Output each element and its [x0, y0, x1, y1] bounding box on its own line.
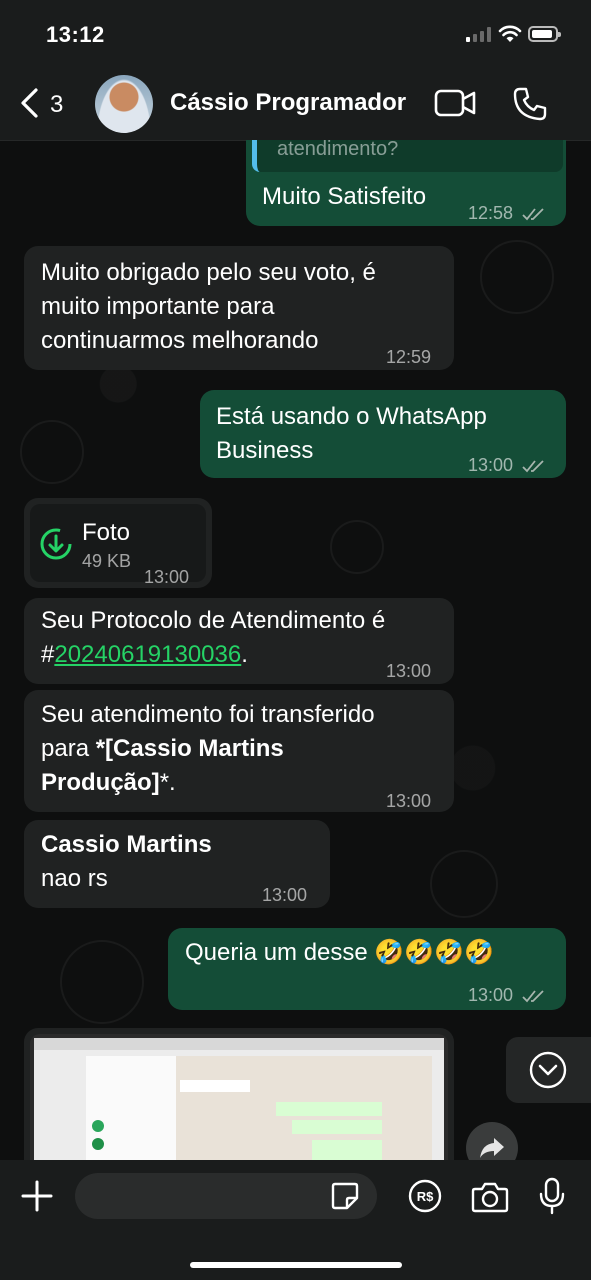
svg-text:R$: R$: [417, 1189, 434, 1204]
contact-avatar[interactable]: [95, 75, 153, 133]
scroll-to-bottom-button[interactable]: [506, 1037, 591, 1103]
message-line: Seu Protocolo de Atendimento é: [41, 607, 386, 634]
status-time-overlay: 13:12: [46, 22, 105, 47]
message-line: continuarmos melhorando: [41, 327, 319, 354]
attachment-card[interactable]: Foto 49 KB 13:00: [30, 504, 206, 587]
message-line: muito importante para: [41, 293, 275, 320]
protocol-prefix: #: [41, 641, 55, 668]
message-incoming-attachment[interactable]: Foto 49 KB 13:00: [24, 498, 212, 588]
camera-icon[interactable]: [471, 1181, 509, 1213]
message-line: Está usando o WhatsApp: [216, 403, 487, 430]
microphone-icon[interactable]: [538, 1177, 566, 1215]
message-time: 12:58: [468, 203, 514, 223]
wifi-icon: [498, 25, 522, 42]
message-input-field[interactable]: [75, 1173, 377, 1219]
message-line: Muito obrigado pelo seu voto, é: [41, 259, 376, 286]
message-text: nao rs: [41, 865, 108, 892]
video-call-icon[interactable]: [434, 89, 476, 117]
message-bold-text: Produção]: [41, 769, 160, 796]
download-icon[interactable]: [38, 526, 74, 562]
attachment-size: 49 KB: [82, 551, 132, 571]
read-ticks-icon: [522, 990, 544, 1003]
message-time: 13:00: [386, 661, 432, 681]
message-text: Queria um desse 🤣🤣🤣🤣: [185, 939, 494, 966]
message-text: Muito Satisfeito: [262, 183, 427, 210]
message-time: 13:00: [144, 567, 190, 587]
home-indicator: [190, 1262, 402, 1268]
message-line: Business: [216, 437, 314, 464]
back-unread-count[interactable]: 3: [50, 91, 63, 119]
contact-name[interactable]: Cássio Programador: [170, 89, 406, 117]
read-ticks-icon: [522, 460, 544, 473]
message-time: 13:00: [468, 985, 514, 1005]
message-outgoing[interactable]: Queria um desse 🤣🤣🤣🤣 13:00: [168, 928, 566, 1010]
message-incoming[interactable]: Cassio Martins nao rs 13:00: [24, 820, 330, 908]
battery-icon: [528, 26, 561, 42]
message-time: 13:00: [386, 791, 432, 811]
cellular-signal-icon: [466, 27, 491, 42]
forward-icon: [480, 1138, 504, 1158]
sticker-icon[interactable]: [329, 1180, 361, 1212]
message-time: 13:00: [468, 455, 514, 475]
message-text: *.: [159, 769, 176, 796]
protocol-number-link[interactable]: 20240619130036: [54, 641, 241, 668]
message-time: 12:59: [386, 347, 432, 367]
payment-icon[interactable]: R$: [408, 1179, 442, 1213]
message-incoming[interactable]: Seu atendimento foi transferido para *[C…: [24, 690, 454, 812]
message-outgoing[interactable]: Está usando o WhatsApp Business 13:00: [200, 390, 566, 478]
phone-call-icon[interactable]: [512, 86, 548, 122]
chevron-left-icon[interactable]: [14, 86, 48, 120]
message-incoming[interactable]: Muito obrigado pelo seu voto, é muito im…: [24, 246, 454, 370]
message-bold-text: *[Cassio Martins: [95, 735, 284, 762]
message-time: 13:00: [262, 885, 308, 905]
protocol-suffix: .: [241, 641, 248, 668]
message-incoming[interactable]: Seu Protocolo de Atendimento é #20240619…: [24, 598, 454, 684]
plus-icon[interactable]: [20, 1179, 54, 1213]
read-ticks-icon: [522, 208, 544, 221]
message-text: para: [41, 735, 96, 762]
message-sender: Cassio Martins: [41, 831, 212, 858]
chevron-down-icon: [529, 1051, 567, 1089]
message-line: Seu atendimento foi transferido: [41, 701, 375, 728]
header-layer: 13:12 3 Cássio Programador: [0, 0, 591, 140]
